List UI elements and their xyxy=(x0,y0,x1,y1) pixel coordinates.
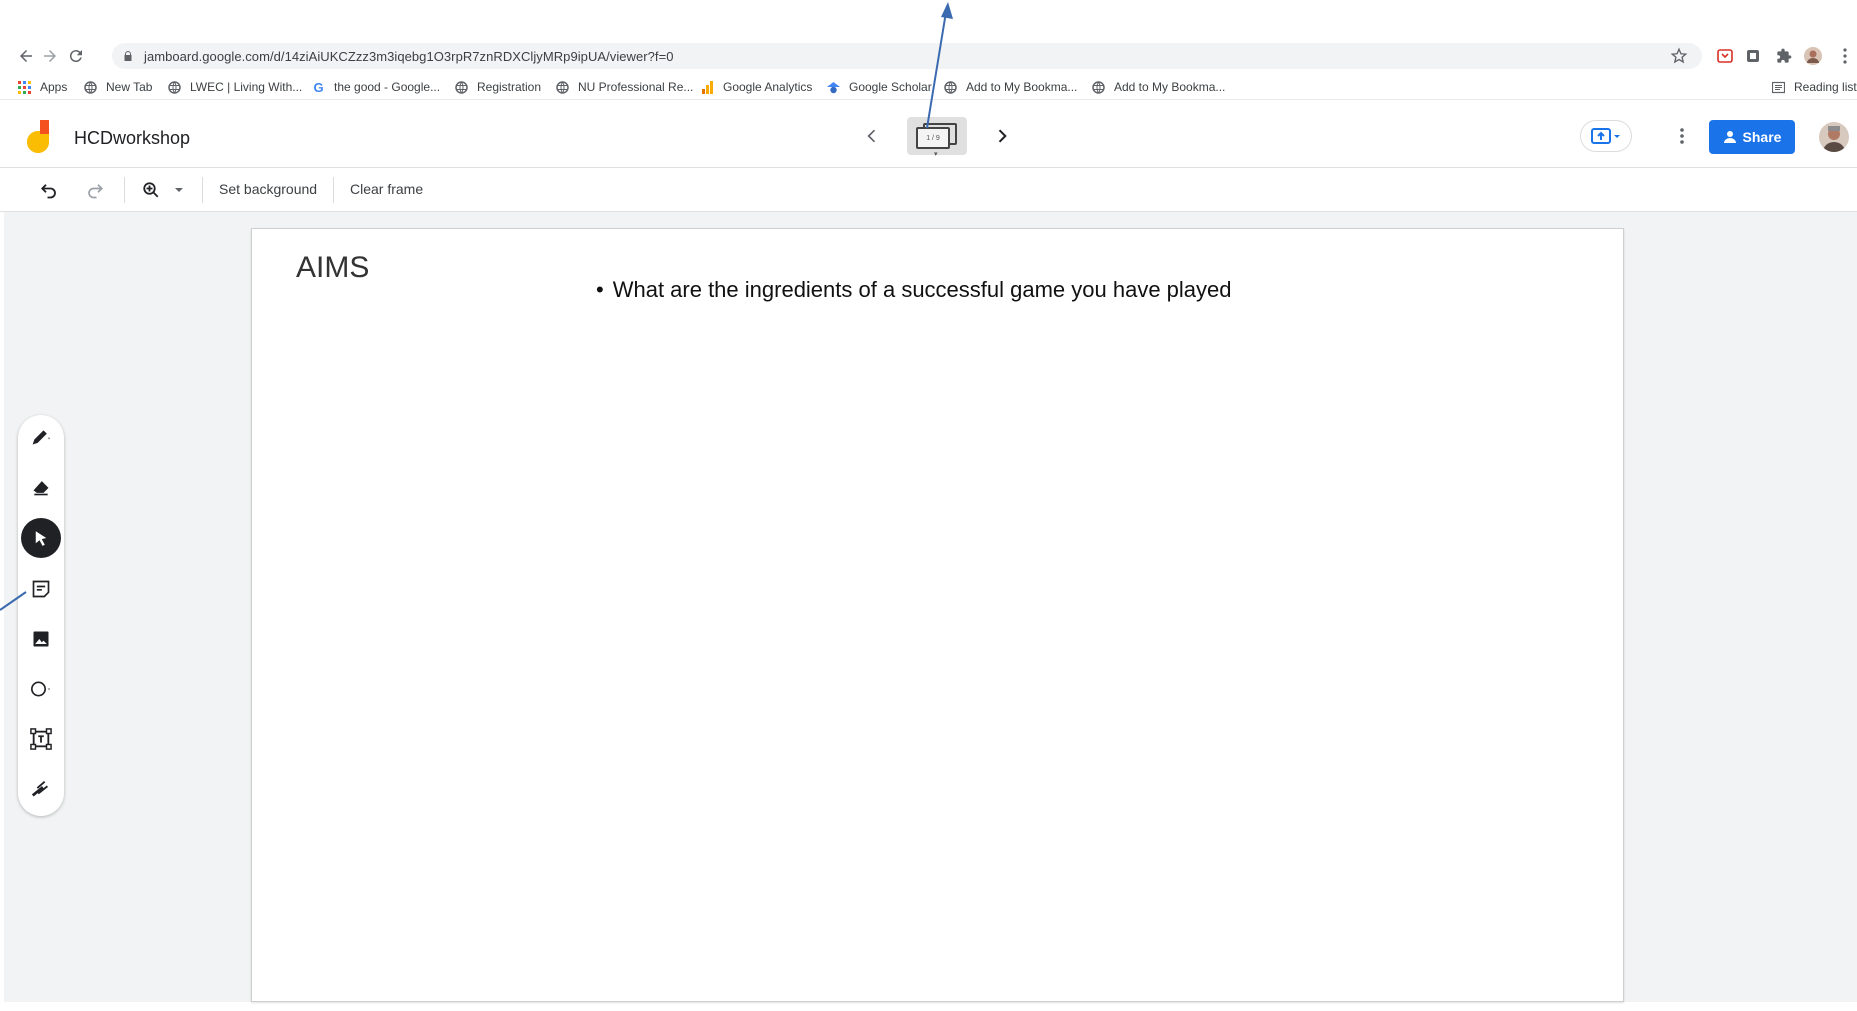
canvas-area: AIMS • What are the ingredients of a suc… xyxy=(4,212,1857,1002)
edit-toolbar: Set background Clear frame xyxy=(0,169,1857,212)
reading-list-button[interactable]: Reading list xyxy=(1772,79,1857,95)
present-button[interactable] xyxy=(1580,120,1632,152)
globe-icon xyxy=(84,80,97,94)
app-header: HCDworkshop 1 / 9 ▾ Share xyxy=(0,106,1857,168)
toolbar-divider xyxy=(333,177,334,203)
apps-grid-icon xyxy=(18,80,31,94)
select-icon[interactable] xyxy=(21,518,61,558)
globe-icon xyxy=(556,80,569,94)
bookmark-label: Apps xyxy=(40,80,68,94)
eraser-icon[interactable] xyxy=(21,467,61,507)
present-icon xyxy=(1591,128,1620,144)
toolbar-divider xyxy=(202,177,203,203)
bookmark-label: Google Scholar xyxy=(849,80,932,94)
bookmark-label: New Tab xyxy=(106,80,153,94)
bookmark-google-scholar[interactable]: Google Scholar xyxy=(827,79,932,95)
bookmarks-bar: Apps New Tab LWEC | Living With... G the… xyxy=(0,74,1857,100)
profile-avatar-icon[interactable] xyxy=(1804,47,1822,65)
jam-frame[interactable]: AIMS • What are the ingredients of a suc… xyxy=(251,228,1624,1002)
share-button[interactable]: Share xyxy=(1709,120,1795,154)
chevron-down-icon: ▾ xyxy=(934,151,938,158)
image-icon[interactable] xyxy=(21,619,61,659)
pen-icon[interactable] xyxy=(21,417,61,457)
bookmark-label: Google Analytics xyxy=(723,80,813,94)
forward-arrow-icon[interactable] xyxy=(40,46,60,66)
zoom-icon[interactable] xyxy=(140,179,162,201)
reload-icon[interactable] xyxy=(66,46,86,66)
more-options-icon[interactable] xyxy=(1670,124,1694,148)
bookmark-lwec[interactable]: LWEC | Living With... xyxy=(168,79,302,95)
bookmark-label: Add to My Bookma... xyxy=(966,80,1078,94)
bookmark-star-icon[interactable] xyxy=(1670,47,1688,65)
bookmark-label: NU Professional Re... xyxy=(578,80,694,94)
globe-icon xyxy=(944,80,957,94)
sticky-note-icon[interactable] xyxy=(21,569,61,609)
laser-icon[interactable] xyxy=(21,769,61,809)
set-background-button[interactable]: Set background xyxy=(219,181,317,197)
bookmark-add-to-my-bookmarks-1[interactable]: Add to My Bookma... xyxy=(944,79,1077,95)
bookmark-nu-professional[interactable]: NU Professional Re... xyxy=(556,79,693,95)
reading-list-icon xyxy=(1772,81,1785,94)
google-g-icon: G xyxy=(313,79,324,95)
jamboard-logo-icon xyxy=(27,120,49,153)
analytics-icon xyxy=(701,80,714,94)
screenshot-root: jamboard.google.com/d/14ziAiUKCZzz3m3iqe… xyxy=(0,0,1857,1011)
redo-icon[interactable] xyxy=(84,179,106,201)
zoom-dropdown-icon[interactable] xyxy=(173,179,185,201)
bookmark-label: Add to My Bookma... xyxy=(1114,80,1226,94)
tool-rail xyxy=(18,415,64,816)
frame-heading: AIMS xyxy=(296,251,370,284)
share-label: Share xyxy=(1742,129,1782,145)
scholar-icon xyxy=(827,81,840,94)
lock-icon xyxy=(124,51,132,61)
circle-icon[interactable] xyxy=(21,669,61,709)
bookmark-apps[interactable]: Apps xyxy=(18,79,67,95)
bookmark-label: Registration xyxy=(477,80,542,94)
browser-nav-bar: jamboard.google.com/d/14ziAiUKCZzz3m3iqe… xyxy=(0,40,1857,72)
text-box-icon[interactable] xyxy=(21,719,61,759)
undo-icon[interactable] xyxy=(38,179,60,201)
next-frame-icon[interactable] xyxy=(992,126,1012,146)
address-bar[interactable]: jamboard.google.com/d/14ziAiUKCZzz3m3iqe… xyxy=(112,43,1702,69)
globe-icon xyxy=(1092,80,1105,94)
bullet-dot: • xyxy=(596,277,604,302)
reading-list-label: Reading list xyxy=(1794,80,1857,94)
account-avatar[interactable] xyxy=(1819,122,1849,152)
bookmark-label: LWEC | Living With... xyxy=(190,80,303,94)
frame-bar-toggle[interactable]: 1 / 9 ▾ xyxy=(907,117,967,158)
bookmark-registration[interactable]: Registration xyxy=(455,79,541,95)
previous-frame-icon[interactable] xyxy=(862,126,882,146)
clear-frame-button[interactable]: Clear frame xyxy=(350,181,423,197)
frame-bullet-item: • What are the ingredients of a successf… xyxy=(596,277,1232,303)
bookmark-label: the good - Google... xyxy=(334,80,441,94)
frame-indicator: 1 / 9 xyxy=(916,127,950,149)
document-title[interactable]: HCDworkshop xyxy=(74,128,190,149)
pocket-extension-icon[interactable] xyxy=(1716,47,1734,65)
globe-icon xyxy=(455,80,468,94)
frame-bullet-text: What are the ingredients of a successful… xyxy=(612,277,1232,302)
toolbar-divider xyxy=(124,177,125,203)
url-text: jamboard.google.com/d/14ziAiUKCZzz3m3iqe… xyxy=(144,48,674,64)
extension-icon[interactable] xyxy=(1744,47,1762,65)
back-arrow-icon[interactable] xyxy=(16,46,36,66)
person-icon xyxy=(1723,131,1736,143)
puzzle-extensions-icon[interactable] xyxy=(1775,47,1793,65)
chrome-menu-icon[interactable] xyxy=(1836,47,1854,65)
globe-icon xyxy=(168,80,181,94)
bookmark-google-search[interactable]: G the good - Google... xyxy=(312,79,440,95)
bookmark-google-analytics[interactable]: Google Analytics xyxy=(701,79,812,95)
bookmark-new-tab[interactable]: New Tab xyxy=(84,79,152,95)
bookmark-add-to-my-bookmarks-2[interactable]: Add to My Bookma... xyxy=(1092,79,1225,95)
